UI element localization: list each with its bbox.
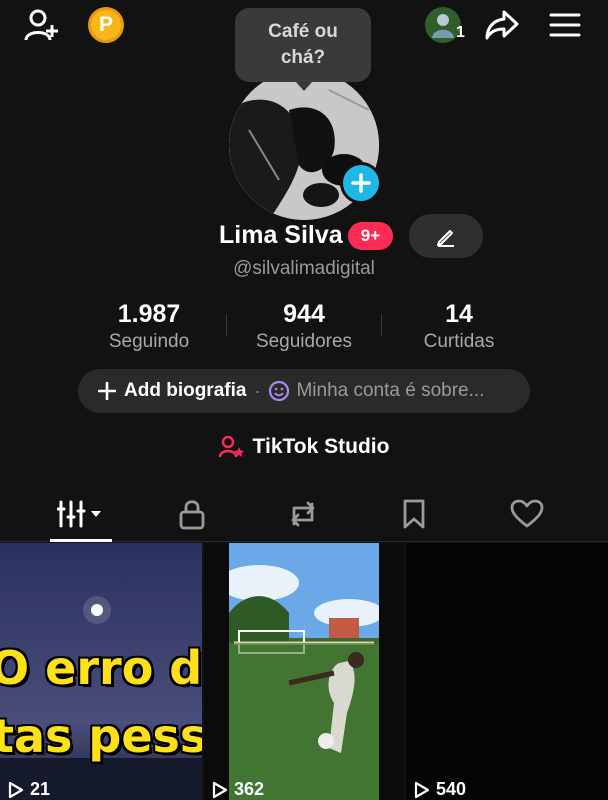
lock-icon (179, 500, 205, 530)
pencil-icon (437, 230, 454, 247)
stat-label: Seguidores (255, 331, 353, 352)
tab-saved[interactable] (364, 486, 464, 542)
menu-icon[interactable] (546, 8, 584, 42)
repost-icon (291, 501, 315, 527)
stat-followers[interactable]: 944 Seguidores (224, 298, 384, 354)
plus-icon (351, 173, 371, 193)
play-icon (8, 781, 24, 798)
note-line-2: chá? (280, 47, 326, 68)
video-thumbnail[interactable]: 540 (406, 543, 608, 800)
video-thumbnail[interactable]: 362 (204, 543, 404, 800)
stat-label: Curtidas (423, 331, 495, 352)
coin-letter: P (98, 13, 113, 36)
video-thumbnail[interactable]: O erro de tas pesso 21 (0, 543, 202, 800)
profile-handle: @silvalimadigital (233, 258, 375, 279)
view-count-value: 362 (234, 779, 265, 799)
add-bio-button[interactable]: Add biografia · Minha conta é sobre... (78, 369, 530, 413)
play-icon (212, 781, 228, 798)
play-icon (414, 781, 430, 798)
heart-icon (510, 499, 544, 528)
add-bio-label: Add biografia (124, 380, 247, 401)
profile-tabs (0, 486, 608, 542)
stat-value: 14 (445, 300, 473, 328)
profile-stats: 1.987 Seguindo 944 Seguidores 14 Curtida… (0, 298, 608, 358)
bio-separator: · (254, 380, 261, 401)
view-count-value: 21 (30, 779, 51, 799)
tab-private[interactable] (142, 486, 242, 542)
stat-likes[interactable]: 14 Curtidas (379, 298, 539, 354)
studio-label: TikTok Studio (252, 435, 390, 458)
tab-reposts[interactable] (253, 486, 353, 542)
plus-icon (98, 382, 116, 400)
active-tab-indicator (50, 539, 112, 542)
add-photo-button[interactable] (340, 162, 382, 204)
tiktok-studio-link[interactable]: TikTok Studio (0, 432, 608, 462)
video-grid: O erro de tas pesso 21 362 (0, 543, 608, 800)
add-friend-icon[interactable] (22, 6, 62, 44)
videos-grid-icon (57, 500, 101, 528)
note-line-1: Café ou (268, 21, 338, 42)
video-caption-line-2: tas pesso (0, 709, 202, 763)
view-count: 362 (212, 779, 264, 800)
stat-following[interactable]: 1.987 Seguindo (69, 298, 229, 354)
profile-name: Lima Silva (219, 221, 343, 249)
bookmark-icon (403, 499, 425, 529)
edit-profile-button[interactable] (409, 214, 483, 258)
stat-value: 944 (283, 300, 325, 328)
friends-count: 1 (456, 24, 465, 41)
share-icon[interactable] (482, 6, 522, 44)
bio-about-placeholder: Minha conta é sobre... (296, 380, 485, 401)
tab-videos[interactable] (31, 486, 131, 542)
name-row: Lima Silva 9+ (0, 214, 608, 258)
notification-badge[interactable]: 9+ (348, 222, 393, 250)
video-caption-line-1: O erro de (0, 641, 202, 695)
tab-liked[interactable] (477, 486, 577, 542)
view-count: 540 (414, 779, 466, 800)
note-bubble[interactable]: Café ou chá? (235, 8, 371, 91)
view-count: 21 (8, 779, 50, 800)
view-count-value: 540 (436, 779, 467, 799)
smiley-icon (269, 380, 290, 402)
coin-icon[interactable]: P (88, 7, 124, 43)
video-2-image (229, 543, 379, 800)
friends-avatar-button[interactable]: 1 (420, 4, 466, 46)
stat-value: 1.987 (117, 300, 181, 328)
stat-label: Seguindo (108, 331, 190, 352)
studio-person-star-icon (218, 435, 244, 458)
